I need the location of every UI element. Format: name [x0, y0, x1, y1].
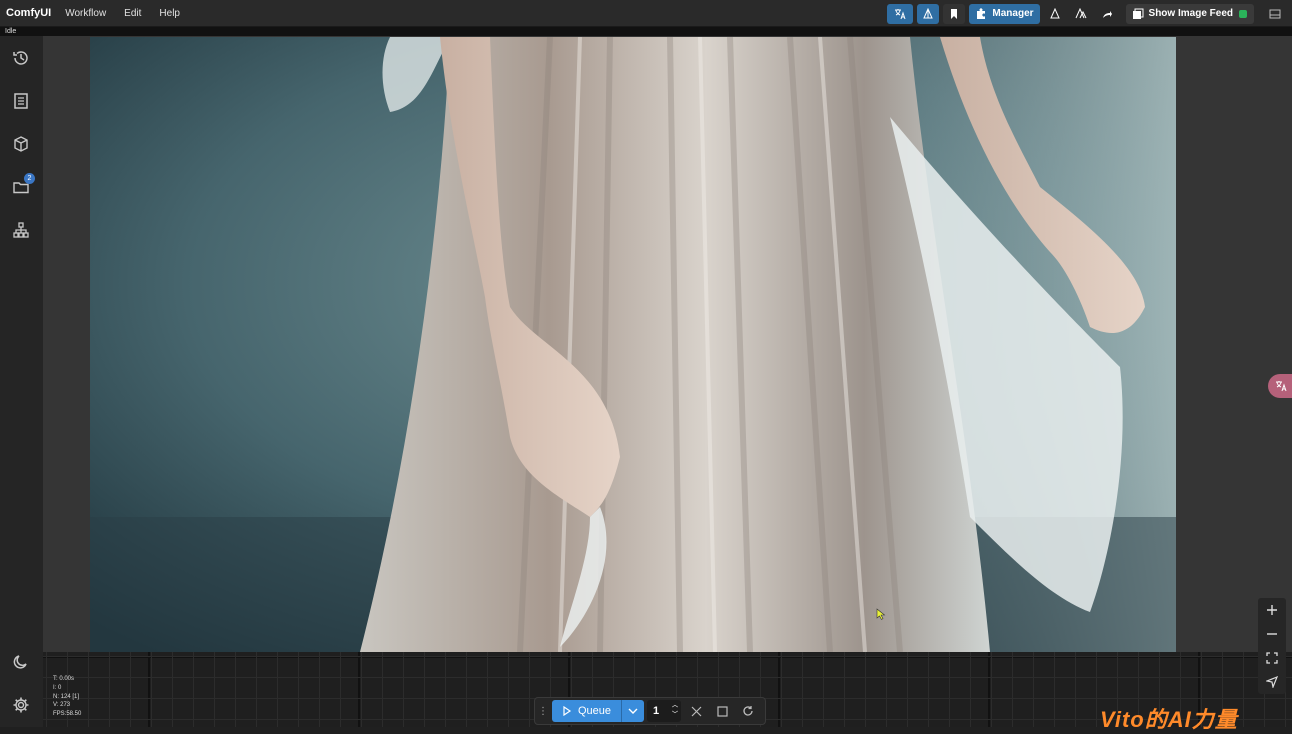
navigation-icon	[1266, 676, 1278, 688]
model-download-button[interactable]	[1044, 4, 1066, 24]
refresh-icon	[743, 706, 753, 716]
bookmark-icon	[951, 8, 958, 19]
batch-count-value: 1	[653, 705, 660, 717]
mouse-cursor-icon	[876, 608, 886, 620]
sidebar-item-queue[interactable]	[11, 91, 31, 111]
close-icon	[691, 706, 701, 716]
fit-view-icon	[1266, 652, 1278, 664]
stat-iterations: I: 0	[53, 684, 62, 691]
theme-toggle-button[interactable]	[11, 652, 31, 672]
history-icon	[13, 51, 28, 65]
show-image-feed-button[interactable]: Show Image Feed	[1125, 3, 1254, 24]
sidebar-item-models[interactable]	[11, 134, 31, 154]
stop-button[interactable]	[711, 700, 733, 722]
play-icon	[563, 706, 572, 716]
stat-time: T: 0.00s	[53, 676, 75, 682]
menu-help[interactable]: Help	[159, 8, 180, 19]
queue-list-icon	[14, 93, 28, 109]
stat-vertices: V: 273	[53, 702, 71, 709]
sail-double-icon	[1075, 7, 1086, 18]
image-feed-icon	[1132, 8, 1144, 19]
floating-translate-button[interactable]	[1268, 374, 1292, 398]
gear-icon	[13, 697, 29, 713]
status-bar	[0, 27, 1292, 36]
toolbar-actions: Manager Show Image Feed	[883, 0, 1292, 27]
app-logo: ComfyUI	[6, 7, 52, 19]
share-arrow-icon	[1102, 10, 1112, 18]
workflows-badge: 2	[24, 173, 35, 184]
moon-icon	[13, 655, 27, 669]
translate-button[interactable]	[887, 3, 914, 24]
model-button[interactable]	[917, 3, 940, 24]
stop-icon	[716, 705, 728, 717]
queue-run[interactable]: Queue	[552, 700, 622, 722]
queue-label: Queue	[578, 705, 612, 717]
canvas-controls	[1258, 598, 1286, 694]
cancel-button[interactable]	[685, 700, 707, 722]
share-button[interactable]	[1096, 4, 1118, 24]
zoom-in-button[interactable]	[1262, 600, 1282, 620]
node-tree-icon	[13, 222, 29, 238]
panel-icon	[1269, 9, 1281, 18]
queue-toolbar: ⋮ Queue 1 ︿ ﹀	[534, 697, 766, 725]
model-library-icon	[14, 136, 28, 152]
puzzle-icon	[977, 7, 986, 19]
refresh-button[interactable]	[737, 700, 759, 722]
manager-button[interactable]: Manager	[969, 3, 1040, 24]
render-stats: T: 0.00s I: 0 N: 124 [1] V: 273 FPS:58.5…	[53, 675, 81, 719]
batch-count-stepper[interactable]: ︿ ﹀	[672, 702, 678, 720]
sail-icon	[923, 7, 934, 18]
translate-icon	[1276, 381, 1287, 392]
channel-watermark: Vito的AI力量	[1100, 707, 1238, 732]
fit-view-button[interactable]	[1262, 648, 1282, 668]
sidebar-item-node-library[interactable]	[11, 220, 31, 240]
stat-nodes: N: 124 [1]	[53, 693, 80, 700]
plus-icon	[1267, 605, 1277, 615]
stat-fps: FPS:58.50	[53, 711, 82, 718]
queue-options[interactable]	[622, 706, 644, 716]
feed-status-icon	[1239, 9, 1247, 18]
queue-button[interactable]: Queue	[552, 700, 644, 722]
menu-edit[interactable]: Edit	[124, 8, 141, 19]
batch-count-input[interactable]: 1 ︿ ﹀	[647, 700, 681, 722]
chevron-down-icon	[628, 708, 638, 714]
locate-button[interactable]	[1262, 672, 1282, 692]
status-text: Idle	[5, 28, 17, 35]
sidebar-item-history[interactable]	[11, 48, 31, 68]
model-share-button[interactable]	[1070, 4, 1092, 24]
manager-label: Manager	[992, 8, 1034, 19]
minus-icon	[1267, 633, 1277, 635]
sail-outline-icon	[1049, 7, 1060, 18]
translate-icon	[895, 8, 906, 19]
drag-handle[interactable]: ⋮	[538, 706, 548, 717]
menu-workflow[interactable]: Workflow	[65, 8, 106, 19]
settings-button[interactable]	[11, 695, 31, 715]
preview-image	[90, 37, 1176, 652]
feed-label: Show Image Feed	[1148, 8, 1233, 19]
bookmark-button[interactable]	[943, 3, 966, 24]
toggle-panel-button[interactable]	[1264, 4, 1286, 24]
zoom-out-button[interactable]	[1262, 624, 1282, 644]
